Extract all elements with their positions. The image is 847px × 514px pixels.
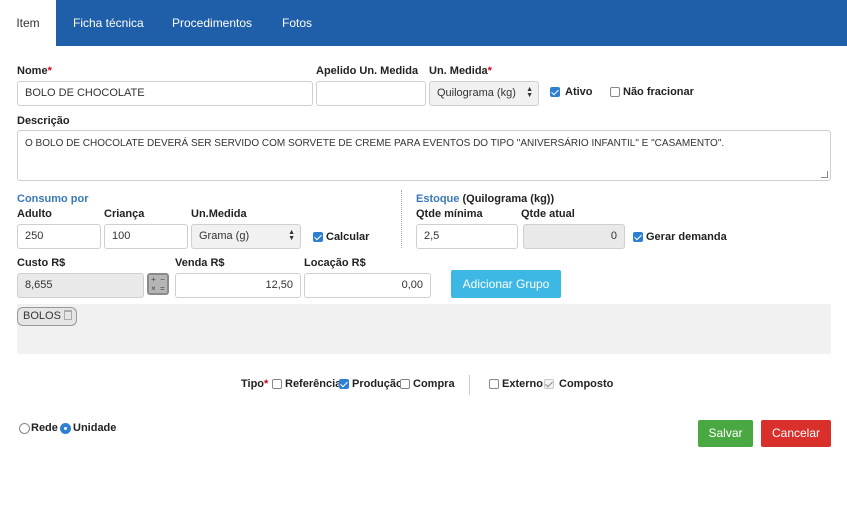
compra-checkbox[interactable] [400,379,410,389]
producao-label: Produção [352,378,403,390]
calcular-checkbox[interactable] [313,232,323,242]
producao-checkbox[interactable] [339,379,349,389]
consumo-unmedida-select[interactable]: Grama (g) ▲ ▼ [191,224,301,249]
venda-input[interactable]: 12,50 [175,273,301,298]
select-arrows-icon: ▲ ▼ [288,229,295,242]
apelido-label: Apelido Un. Medida [316,65,419,77]
unidade-label: Unidade [73,422,117,434]
composto-checkbox [544,379,554,389]
group-tag: BOLOS [17,307,77,326]
qtde-minima-label: Qtde mínima [416,208,483,220]
consumo-unmedida-value: Grama (g) [199,230,250,242]
gerar-demanda-label: Gerar demanda [646,231,727,243]
externo-checkbox[interactable] [489,379,499,389]
rede-label: Rede [31,422,58,434]
qtde-atual-input: 0 [523,224,625,249]
adulto-label: Adulto [17,208,52,220]
compra-label: Compra [413,378,455,390]
crianca-input[interactable]: 100 [104,224,188,249]
consumo-unmedida-label: Un.Medida [191,208,247,220]
ativo-checkbox[interactable] [550,87,560,97]
resize-grip-icon[interactable] [821,171,828,178]
externo-label: Externo [502,378,543,390]
un-medida-value: Quilograma (kg) [437,87,516,99]
custo-label: Custo R$ [17,257,66,269]
estoque-title: Estoque (Quilograma (kg)) [416,193,555,205]
tab-bar: Item Ficha técnica Procedimentos Fotos [0,0,847,47]
tipo-divider [469,375,470,395]
group-tag-label: BOLOS [23,310,61,322]
tab-item[interactable]: Item [0,0,56,47]
nao-fracionar-label: Não fracionar [623,86,694,98]
ativo-label: Ativo [565,86,593,98]
calcular-label: Calcular [326,231,370,243]
venda-label: Venda R$ [175,257,225,269]
cancelar-button[interactable]: Cancelar [761,420,831,447]
nome-input[interactable]: BOLO DE CHOCOLATE [17,81,313,106]
locacao-label: Locação R$ [304,257,366,269]
apelido-input[interactable] [316,81,426,106]
qtde-atual-label: Qtde atual [521,208,575,220]
nao-fracionar-checkbox[interactable] [610,87,620,97]
estoque-unit: (Quilograma (kg)) [462,193,555,205]
descricao-label: Descrição [17,115,70,127]
tab-fotos[interactable]: Fotos [282,0,312,46]
nome-label: Nome* [17,65,52,77]
referencia-checkbox[interactable] [272,379,282,389]
section-divider [401,190,402,248]
gerar-demanda-checkbox[interactable] [633,232,643,242]
qtde-minima-input[interactable]: 2,5 [416,224,518,249]
un-medida-label: Un. Medida* [429,65,492,77]
locacao-input[interactable]: 0,00 [304,273,431,298]
adulto-input[interactable]: 250 [17,224,101,249]
descricao-text: O BOLO DE CHOCOLATE DEVERÁ SER SERVIDO C… [25,138,725,149]
unidade-radio[interactable] [60,423,71,434]
tab-ficha-tecnica[interactable]: Ficha técnica [73,0,144,46]
tipo-label: Tipo* [241,378,269,390]
tab-procedimentos[interactable]: Procedimentos [172,0,252,46]
un-medida-select[interactable]: Quilograma (kg) ▲ ▼ [429,81,539,106]
consumo-title: Consumo por [17,193,89,205]
rede-radio[interactable] [19,423,30,434]
descricao-textarea[interactable]: O BOLO DE CHOCOLATE DEVERÁ SER SERVIDO C… [17,130,831,181]
custo-input: 8,655 [17,273,144,298]
composto-label: Composto [559,378,614,390]
salvar-button[interactable]: Salvar [698,420,753,447]
select-arrows-icon: ▲ ▼ [526,86,533,99]
trash-icon[interactable] [63,310,72,320]
referencia-label: Referência [285,378,342,390]
calculator-icon[interactable]: + − × = [147,273,169,295]
adicionar-grupo-button[interactable]: Adicionar Grupo [451,270,561,298]
groups-area [17,304,831,354]
crianca-label: Criança [104,208,145,220]
